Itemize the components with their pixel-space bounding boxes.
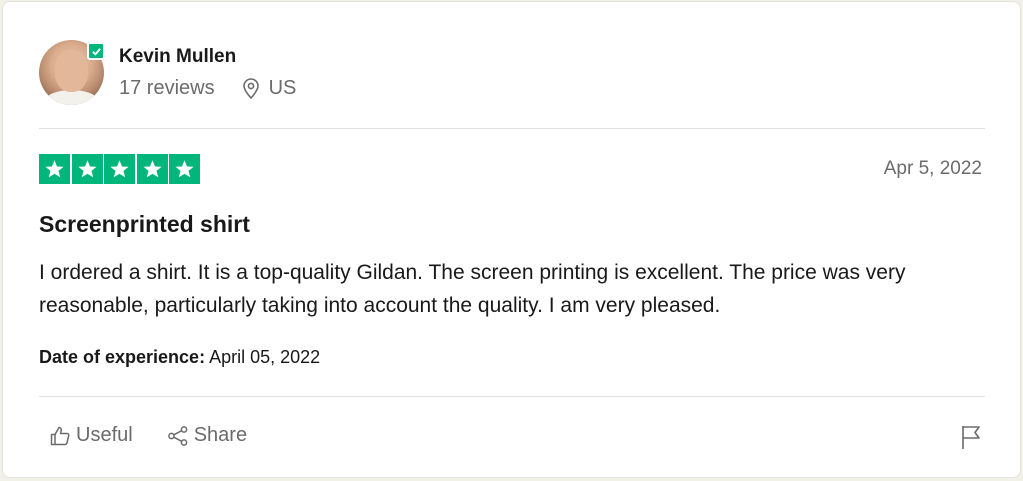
location-text: US xyxy=(268,77,297,99)
avatar-shirt xyxy=(45,90,98,105)
reviewer-meta: 17 reviews US xyxy=(119,77,296,100)
reviewer-location: US xyxy=(241,77,297,100)
share-label: Share xyxy=(193,424,248,446)
share-icon xyxy=(167,425,188,446)
experience-date: April 05, 2022 xyxy=(209,347,321,367)
footer-divider xyxy=(39,396,985,397)
star-icon xyxy=(39,154,70,184)
star-icon xyxy=(104,154,135,184)
review-title[interactable]: Screenprinted shirt xyxy=(39,211,250,238)
thumbs-up-icon xyxy=(50,426,70,445)
share-button[interactable]: Share xyxy=(167,424,247,447)
date-of-experience: Date of experience: April 05, 2022 xyxy=(39,347,320,368)
useful-button[interactable]: Useful xyxy=(49,424,133,447)
experience-label: Date of experience: xyxy=(39,347,206,367)
reviews-count: 17 reviews xyxy=(119,77,215,99)
verified-check-icon xyxy=(87,42,105,60)
star-rating xyxy=(39,154,202,184)
report-flag-button[interactable] xyxy=(960,424,982,455)
avatar-face xyxy=(55,50,88,92)
header-divider xyxy=(39,128,985,129)
review-date: Apr 5, 2022 xyxy=(883,158,982,179)
useful-label: Useful xyxy=(76,424,133,446)
flag-icon xyxy=(962,426,980,449)
review-body: I ordered a shirt. It is a top-quality G… xyxy=(39,261,906,317)
reviewer-header: Kevin Mullen 17 reviews US xyxy=(39,40,439,106)
review-actions: Useful Share xyxy=(49,424,281,447)
star-icon xyxy=(169,154,200,184)
map-pin-icon xyxy=(242,77,259,99)
star-icon xyxy=(71,154,103,184)
review-card: Kevin Mullen 17 reviews US Apr 5, 2022 S… xyxy=(2,1,1021,478)
reviewer-name[interactable]: Kevin Mullen xyxy=(119,46,236,68)
star-icon xyxy=(136,154,168,184)
